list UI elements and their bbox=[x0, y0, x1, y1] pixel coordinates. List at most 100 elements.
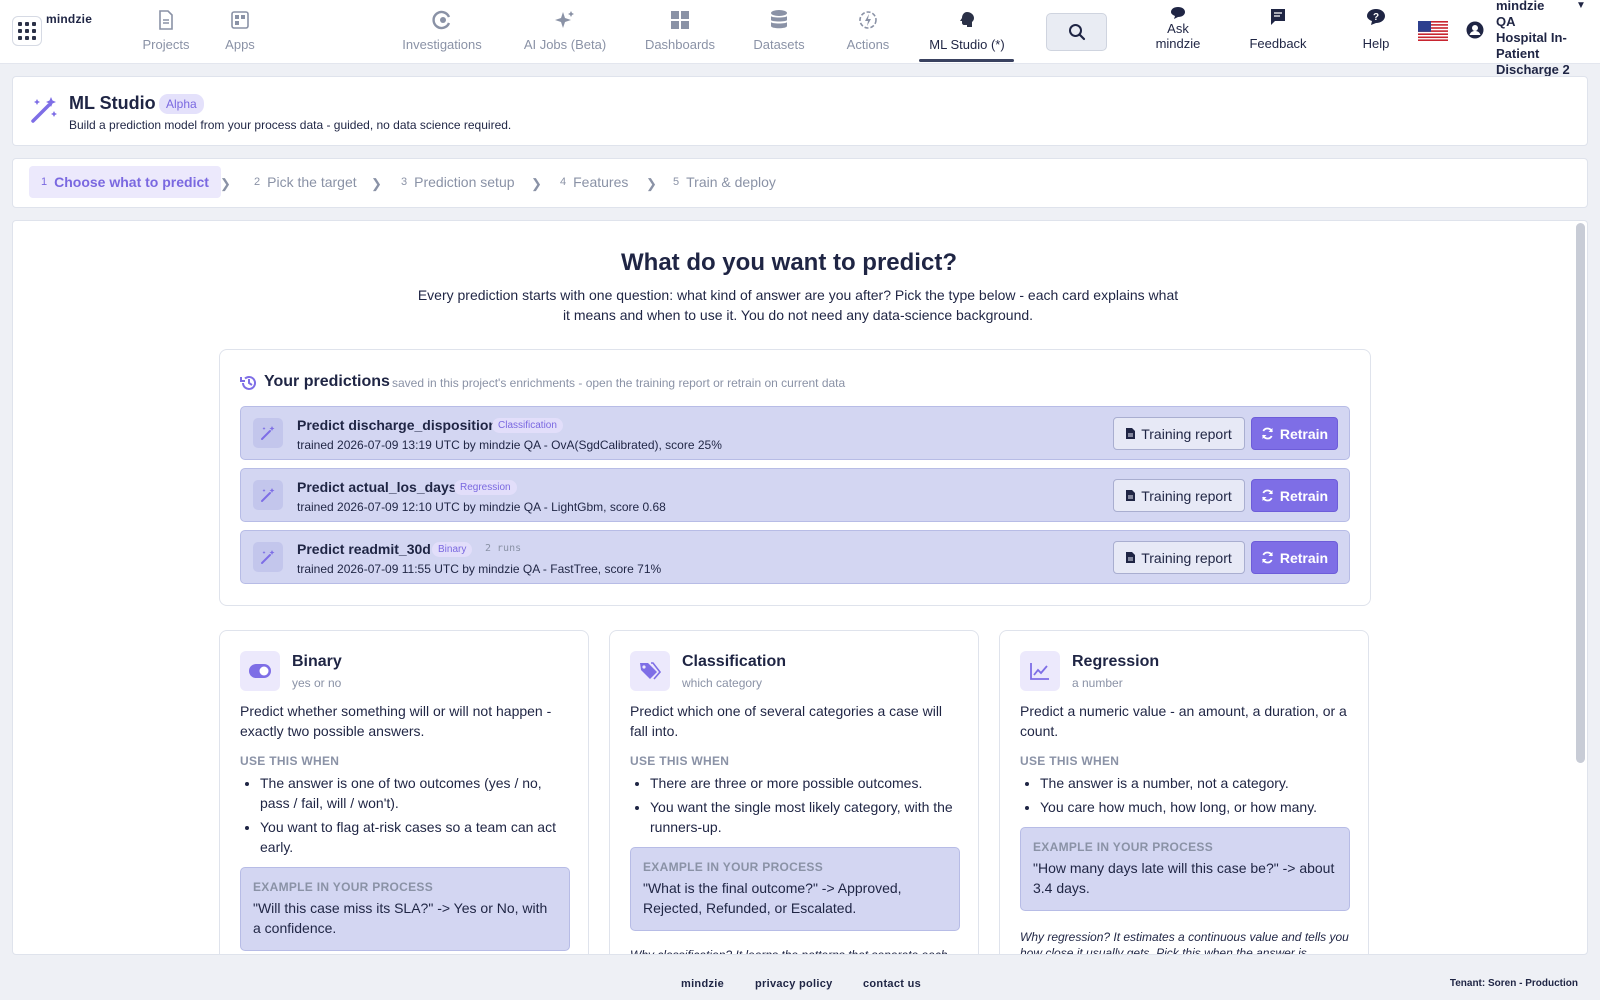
chevron-right-icon: ❯ bbox=[531, 176, 542, 191]
card-subtitle: yes or no bbox=[292, 676, 342, 690]
page-subtitle: Build a prediction model from your proce… bbox=[69, 118, 512, 132]
database-icon bbox=[768, 9, 790, 31]
step-choose-what-to-predict[interactable]: 1 Choose what to predict bbox=[29, 166, 221, 198]
example-text: "How many days late will this case be?" … bbox=[1033, 860, 1335, 896]
nav-apps[interactable]: Apps bbox=[220, 6, 260, 60]
nav-investigations[interactable]: Investigations bbox=[396, 6, 488, 60]
search-button[interactable] bbox=[1046, 13, 1107, 51]
file-icon bbox=[1126, 428, 1136, 439]
svg-text:?: ? bbox=[1373, 12, 1379, 23]
step-number: 3 bbox=[401, 176, 408, 188]
step-pick-the-target[interactable]: 2 Pick the target bbox=[242, 166, 369, 198]
main-panel: What do you want to predict? Every predi… bbox=[12, 220, 1588, 955]
retrain-button[interactable]: Retrain bbox=[1251, 541, 1338, 574]
regression-type-card[interactable]: Regression a number Predict a numeric va… bbox=[999, 630, 1369, 954]
retrain-button[interactable]: Retrain bbox=[1251, 417, 1338, 450]
predictions-subtitle: saved in this project's enrichments - op… bbox=[392, 376, 846, 390]
chevron-right-icon: ❯ bbox=[646, 176, 657, 191]
retrain-button[interactable]: Retrain bbox=[1251, 479, 1338, 512]
nav-label: Apps bbox=[225, 37, 255, 52]
step-number: 2 bbox=[254, 176, 261, 188]
alpha-badge: Alpha bbox=[159, 94, 204, 114]
prediction-meta: trained 2026-07-09 11:55 UTC by mindzie … bbox=[297, 562, 662, 576]
list-item: The answer is one of two outcomes (yes /… bbox=[260, 773, 570, 813]
sparkle-icon bbox=[554, 9, 576, 31]
caret-down-icon[interactable]: ▼ bbox=[1576, 0, 1586, 11]
step-label: Prediction setup bbox=[414, 174, 515, 190]
step-number: 5 bbox=[673, 176, 680, 188]
use-when-list: The answer is one of two outcomes (yes /… bbox=[260, 773, 570, 861]
training-report-button[interactable]: Training report bbox=[1113, 417, 1245, 450]
card-subtitle: which category bbox=[682, 676, 763, 690]
document-icon bbox=[155, 9, 177, 31]
nav-ml-studio[interactable]: ML Studio (*) bbox=[922, 6, 1012, 60]
ask-mindzie-button[interactable]: Ask mindzie bbox=[1150, 6, 1206, 51]
ml-studio-header: ML Studio Alpha Build a prediction model… bbox=[12, 76, 1588, 146]
chat-icon bbox=[1171, 7, 1185, 19]
nav-label: ML Studio (*) bbox=[929, 37, 1005, 52]
example-label: EXAMPLE IN YOUR PROCESS bbox=[1033, 840, 1214, 854]
example-text: "What is the final outcome?" -> Approved… bbox=[643, 880, 902, 916]
classification-type-card[interactable]: Classification which category Predict wh… bbox=[609, 630, 979, 955]
main-description: Every prediction starts with one questio… bbox=[417, 287, 1179, 323]
use-when-label: USE THIS WHEN bbox=[240, 754, 340, 768]
contact-us-link[interactable]: contact us bbox=[863, 978, 921, 990]
active-nav-indicator bbox=[919, 59, 1014, 62]
step-train-deploy[interactable]: 5 Train & deploy bbox=[661, 166, 788, 198]
us-flag-icon[interactable] bbox=[1418, 21, 1448, 41]
help-icon: ? bbox=[1367, 9, 1385, 25]
list-item: You want the single most likely category… bbox=[650, 797, 960, 837]
nav-dashboards[interactable]: Dashboards bbox=[640, 6, 720, 60]
card-title: Regression bbox=[1072, 653, 1160, 670]
why-note: Why classification? It learns the patter… bbox=[630, 948, 948, 955]
scrollbar-thumb[interactable] bbox=[1576, 223, 1585, 763]
ask-label-1: Ask bbox=[1167, 21, 1189, 36]
nav-datasets[interactable]: Datasets bbox=[748, 6, 810, 60]
help-button[interactable]: ? Help bbox=[1360, 8, 1392, 51]
apps-launcher-button[interactable] bbox=[12, 16, 42, 46]
nav-projects[interactable]: Projects bbox=[130, 6, 202, 60]
ask-label-2: mindzie bbox=[1155, 36, 1201, 51]
chevron-right-icon: ❯ bbox=[220, 176, 231, 191]
card-subtitle: a number bbox=[1072, 676, 1123, 690]
privacy-policy-link[interactable]: privacy policy bbox=[755, 978, 833, 990]
magic-wand-icon bbox=[253, 480, 283, 510]
refresh-icon bbox=[1262, 489, 1273, 502]
user-icon[interactable] bbox=[1466, 21, 1484, 39]
card-description: Predict whether something will or will n… bbox=[240, 703, 552, 739]
step-label: Pick the target bbox=[267, 174, 357, 190]
nav-label: AI Jobs (Beta) bbox=[523, 37, 607, 52]
button-label: Retrain bbox=[1279, 487, 1329, 504]
binary-type-card[interactable]: Binary yes or no Predict whether somethi… bbox=[219, 630, 589, 954]
wizard-steps: 1 Choose what to predict ❯ 2 Pick the ta… bbox=[12, 158, 1588, 208]
use-when-label: USE THIS WHEN bbox=[1020, 754, 1120, 768]
nav-actions[interactable]: Actions bbox=[843, 6, 893, 60]
step-label: Features bbox=[573, 174, 629, 190]
training-report-button[interactable]: Training report bbox=[1113, 541, 1245, 574]
search-icon bbox=[1068, 24, 1085, 41]
brand-logo[interactable]: mindzie bbox=[46, 12, 92, 26]
step-prediction-setup[interactable]: 3 Prediction setup bbox=[389, 166, 527, 198]
example-box: EXAMPLE IN YOUR PROCESS "What is the fin… bbox=[630, 847, 960, 931]
prediction-name: Predict discharge_disposition bbox=[297, 417, 497, 433]
training-report-button[interactable]: Training report bbox=[1113, 479, 1245, 512]
page-title: ML Studio bbox=[69, 93, 156, 113]
predictions-title: Your predictions bbox=[264, 373, 390, 390]
magic-wand-icon bbox=[253, 418, 283, 448]
footer-brand-link[interactable]: mindzie bbox=[681, 978, 724, 990]
nav-ai-jobs[interactable]: AI Jobs (Beta) bbox=[519, 6, 611, 60]
example-box: EXAMPLE IN YOUR PROCESS "Will this case … bbox=[240, 867, 570, 951]
dashboard-icon bbox=[669, 9, 691, 31]
prediction-type-tag: Binary bbox=[432, 542, 473, 557]
step-features[interactable]: 4 Features bbox=[548, 166, 640, 198]
scrollbar[interactable] bbox=[1575, 223, 1585, 953]
prediction-meta: trained 2026-07-09 13:19 UTC by mindzie … bbox=[297, 438, 722, 452]
history-icon bbox=[240, 375, 256, 390]
user-project-menu[interactable]: mindzie QA Hospital In- Patient Discharg… bbox=[1496, 0, 1592, 78]
prediction-runs-count: 2 runs bbox=[485, 543, 522, 554]
line-chart-icon bbox=[1020, 651, 1060, 691]
prediction-meta: trained 2026-07-09 12:10 UTC by mindzie … bbox=[297, 500, 666, 514]
card-description: Predict which one of several categories … bbox=[630, 703, 943, 739]
feedback-button[interactable]: Feedback bbox=[1246, 8, 1310, 51]
grid-icon bbox=[18, 22, 36, 40]
